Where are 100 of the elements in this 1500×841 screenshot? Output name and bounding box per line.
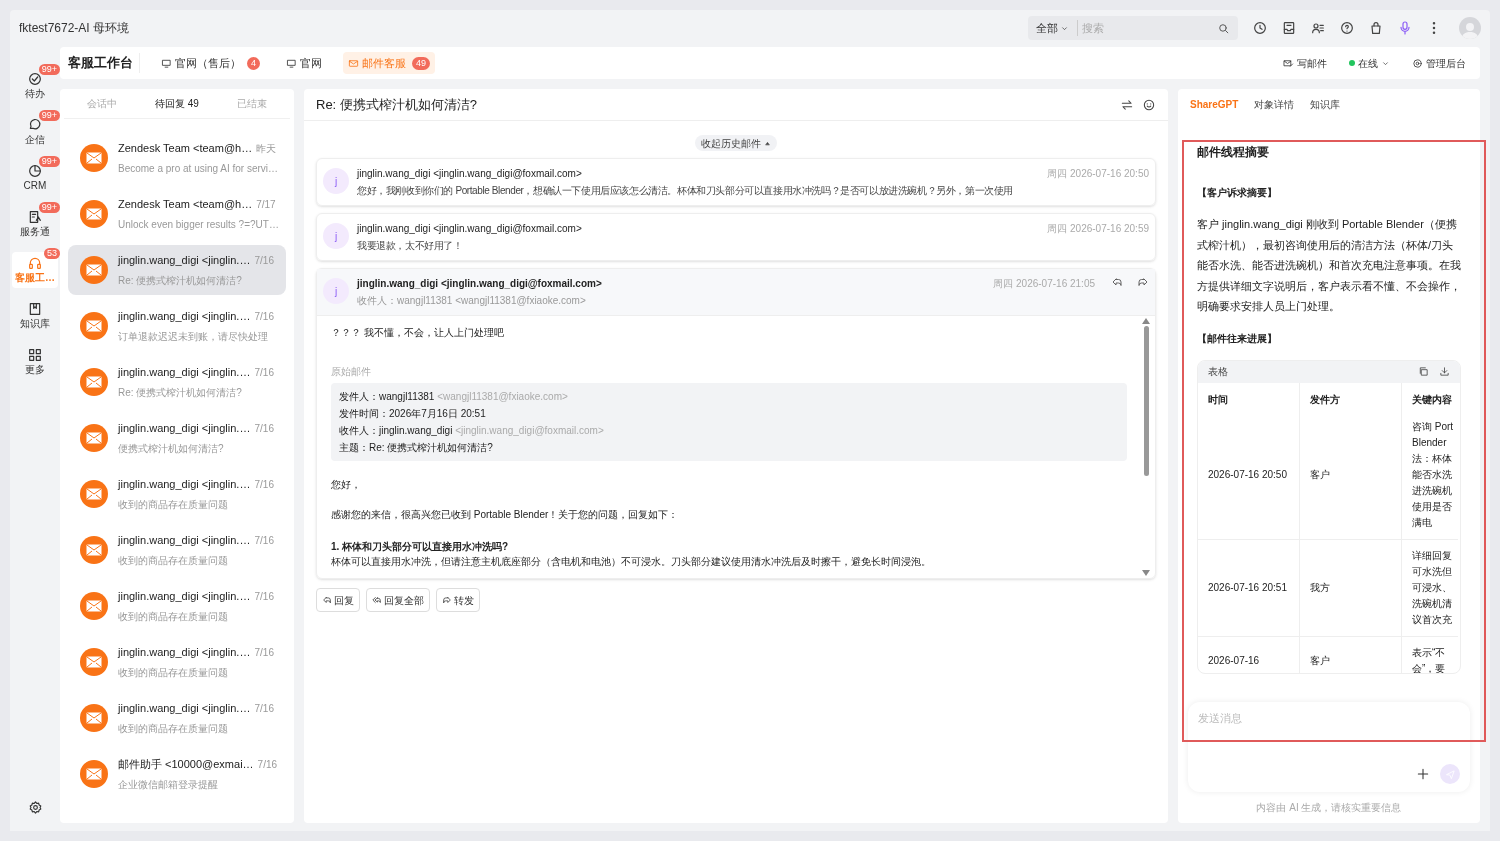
status-dropdown[interactable]: 在线	[1349, 55, 1390, 71]
count-badge: 53	[44, 248, 60, 259]
clock-button[interactable]	[1252, 20, 1268, 36]
column-header: 发件方	[1300, 382, 1402, 411]
preview-text: 订单退款迟迟未到账，请尽快处理	[118, 329, 269, 344]
forward-button[interactable]: 转发	[436, 588, 480, 612]
date-label: 7/16	[254, 366, 274, 380]
email-message-collapsed[interactable]: j jinglin.wang_digi <jinglin.wang_digi@foxmail.com> 我要退款，太不好用了！ 周四 2026-07-16 20:59	[316, 213, 1156, 261]
sender-name: jinglin.wang_digi <jinglin.…	[118, 645, 251, 661]
mail-avatar-icon	[80, 256, 108, 284]
emoji-button[interactable]	[1142, 97, 1156, 112]
scroll-down-icon[interactable]	[1142, 570, 1150, 576]
date-label: 7/16	[254, 534, 274, 548]
mail-avatar-icon	[80, 144, 108, 172]
mail-avatar-icon	[80, 536, 108, 564]
download-button[interactable]	[1439, 366, 1450, 377]
disclaimer-text: 内容由 AI 生成，请核实重要信息	[1255, 801, 1403, 815]
message-time: 周四 2026-07-16 20:59	[1047, 222, 1149, 236]
date-label: 7/17	[256, 198, 276, 212]
summary-text: 客户 jinglin.wang_digi 刚收到 Portable Blender（便携式榨汁机），最初咨询使用后的清洁方法（杯体/刀头能否水洗、能否进洗碗机）和首次充电注意事项。在我方提供详细文字说明后，客户表示看不懂、不会操作，明确要求安排人员上门处理。	[1197, 217, 1461, 314]
microphone-icon	[1397, 20, 1413, 36]
column-header: 关键内容	[1411, 392, 1453, 407]
reply-icon	[322, 595, 332, 605]
preview-text: 收到的商品存在质量问题	[118, 609, 229, 624]
assistant-tab[interactable]: 知识库	[1310, 96, 1341, 112]
admin-button[interactable]: 管理后台	[1412, 55, 1466, 71]
grid-icon	[27, 347, 43, 363]
mail-avatar-icon	[80, 760, 108, 788]
date-label: 7/16	[254, 254, 274, 268]
bag-button[interactable]	[1368, 20, 1384, 36]
scroll-up-icon[interactable]	[1142, 318, 1150, 324]
count-badge: 99+	[38, 156, 60, 167]
email-message[interactable]	[316, 268, 1156, 579]
microphone-button[interactable]	[1397, 20, 1413, 36]
preview-text: 企业微信邮箱登录提醒	[118, 777, 219, 792]
app-title: fktest7672-AI 母环境	[19, 20, 130, 37]
scrollbar-thumb[interactable]	[1143, 326, 1149, 476]
sender-name: jinglin.wang_digi <jinglin.…	[118, 477, 251, 493]
table-cell: 详细回复可水洗但可浸水、洗碗机清议首次充	[1402, 539, 1458, 637]
nav-item[interactable]: 知识库	[12, 298, 58, 334]
swap-icon	[1120, 97, 1134, 112]
check-circle-icon	[27, 71, 43, 87]
contacts-button[interactable]	[1310, 20, 1326, 36]
preview-text: Re: 便携式榨汁机如何清洁?	[118, 273, 243, 288]
reply-button[interactable]: 回复	[316, 588, 360, 612]
mail-avatar-icon	[80, 480, 108, 508]
nav-item[interactable]: 更多	[12, 344, 58, 380]
assistant-tab[interactable]: 对象详情	[1254, 96, 1295, 112]
channel-tab[interactable]: 官网（售后） 4	[156, 52, 265, 74]
book-icon	[27, 301, 43, 317]
reply-all-button[interactable]: 回复全部	[366, 588, 430, 612]
message-time: 周四 2026-07-16 20:50	[1047, 167, 1149, 181]
preview-text: Re: 便携式榨汁机如何清洁?	[118, 385, 243, 400]
search-field[interactable]: 全部 搜索	[1028, 16, 1238, 40]
table-cell-text: 表示“不会”，要	[1411, 645, 1447, 673]
reply-text: ？？？ 我不懂，不会，让人上门处理吧	[331, 326, 505, 340]
copy-button[interactable]	[1418, 366, 1429, 377]
plus-icon	[1416, 767, 1430, 781]
mail-avatar-icon	[80, 312, 108, 340]
section-heading: 【邮件往来进展】	[1197, 331, 1278, 346]
conversation-item[interactable]: jinglin.wang_digi <jinglin.… 7/16 Re: 便携式榨汁机如何清洁?	[68, 245, 286, 295]
message-time: 周四 2026-07-16 21:05	[993, 277, 1095, 291]
list-tab[interactable]: 待回复 49	[139, 96, 215, 111]
settings-button[interactable]	[27, 800, 43, 815]
message-input[interactable]: 发送消息	[1198, 710, 1460, 727]
help-button[interactable]	[1339, 20, 1355, 36]
sender-name: jinglin.wang_digi <jinglin.…	[118, 253, 251, 269]
preview-text: 收到的商品存在质量问题	[118, 553, 229, 568]
inbox-button[interactable]	[1281, 20, 1297, 36]
email-message-collapsed[interactable]: j jinglin.wang_digi <jinglin.wang_digi@foxmail.com> 您好，我刚收到你们的 Portable Blender，想确认一下使用后应该怎么清洁。杯体和刀头部分可以直接用水冲洗吗？是否可以放进洗碗机？另外，第一次使用 周四 2026-07-16 20:50	[316, 158, 1156, 206]
search-input[interactable]: 搜索	[1082, 19, 1213, 37]
collapse-history-button[interactable]: 收起历史邮件	[695, 135, 777, 151]
copy-icon	[1418, 366, 1429, 377]
target-icon	[1412, 57, 1423, 69]
forward-icon	[1137, 276, 1149, 288]
compose-button[interactable]: 写邮件	[1283, 55, 1327, 71]
sender-name: jinglin.wang_digi <jinglin.…	[118, 589, 251, 605]
preview-text: 收到的商品存在质量问题	[118, 665, 229, 680]
table-cell: 2026-07-16 20:50	[1198, 410, 1300, 540]
forward-button[interactable]	[1137, 276, 1149, 288]
scope-dropdown[interactable]: 全部	[1036, 19, 1058, 37]
swap-button[interactable]	[1120, 97, 1134, 112]
add-button[interactable]	[1416, 767, 1430, 781]
channel-tab[interactable]: 官网	[281, 52, 327, 74]
recipient-line: 收件人：wangjl11381 <wangjl11381@fxiaoke.com>	[357, 294, 587, 308]
sender-avatar: j	[323, 223, 349, 249]
search-icon	[1217, 21, 1230, 35]
date-label: 7/16	[254, 646, 274, 660]
pie-chart-icon	[27, 163, 43, 179]
sender-avatar: j	[323, 168, 349, 194]
sender-avatar: j	[323, 278, 349, 304]
sender-address: jinglin.wang_digi <jinglin.wang_digi@foxmail.com>	[357, 277, 603, 291]
sender-name: Zendesk Team <team@h…	[118, 141, 253, 157]
triangle-up-icon	[764, 139, 771, 147]
sender-name: jinglin.wang_digi <jinglin.…	[118, 701, 251, 717]
column-header: 时间	[1198, 382, 1300, 411]
message-preview: 我要退款，太不好用了！	[357, 239, 464, 253]
reply-button[interactable]	[1111, 276, 1123, 288]
download-icon	[1439, 366, 1450, 377]
mail-icon	[348, 57, 359, 69]
